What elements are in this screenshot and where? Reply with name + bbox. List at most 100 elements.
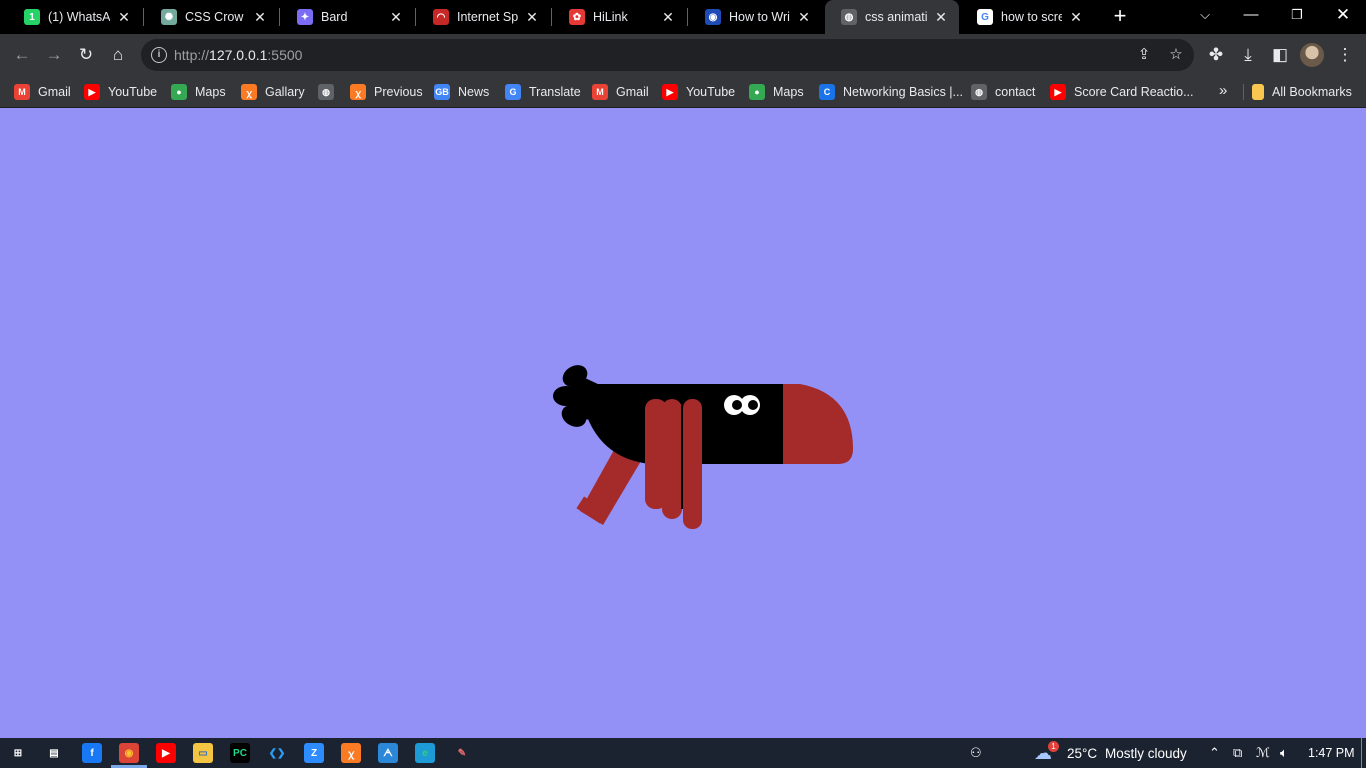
bookmark-8[interactable]: M Gmail: [592, 82, 649, 102]
bookmark-star-icon[interactable]: ☆: [1166, 45, 1186, 65]
bookmark-0[interactable]: M Gmail: [14, 82, 71, 102]
back-button[interactable]: ←: [10, 43, 34, 67]
all-bookmarks-button[interactable]: All Bookmarks: [1252, 82, 1352, 102]
task-view-icon[interactable]: ▤: [44, 743, 64, 763]
bookmark-label: Maps: [773, 85, 804, 99]
youtube-icon: ▶: [84, 84, 100, 100]
weather-badge: 1: [1048, 741, 1059, 752]
tab-0[interactable]: 1 (1) WhatsApp ✕: [8, 0, 142, 34]
weather-condition[interactable]: Mostly cloudy: [1105, 746, 1187, 761]
bookmarks-bar: M Gmail ▶ YouTube ● Maps ꭓ Gallary ◍ ꭓ Previous GB N…: [0, 76, 1366, 108]
tab-close-icon[interactable]: ✕: [1068, 9, 1084, 26]
globe-icon: ◍: [318, 84, 334, 100]
show-desktop-button[interactable]: [1361, 738, 1362, 768]
bookmark-7[interactable]: G Translate: [505, 82, 581, 102]
tab-separator: [687, 8, 688, 26]
google-icon: G: [977, 9, 993, 25]
gmail-icon: M: [14, 84, 30, 100]
all-bookmarks-label: All Bookmarks: [1272, 85, 1352, 99]
crow-animation: [553, 365, 853, 529]
new-tab-button[interactable]: +: [1108, 4, 1132, 28]
chevron-up-icon[interactable]: ⌃: [1209, 745, 1220, 761]
youtube-icon[interactable]: ▶: [156, 743, 176, 763]
menu-kebab-icon[interactable]: ⋮: [1333, 43, 1357, 67]
home-button[interactable]: ⌂: [106, 43, 130, 67]
close-window-button[interactable]: ✕: [1320, 0, 1366, 34]
tab-6[interactable]: ◍ css animation ✕: [825, 0, 959, 34]
xampp-icon: ꭓ: [241, 84, 257, 100]
share-icon[interactable]: ⇪: [1134, 45, 1154, 65]
forward-button[interactable]: →: [42, 43, 66, 67]
side-panel-icon[interactable]: ◧: [1268, 43, 1292, 67]
tab-3[interactable]: ◠ Internet Speed Test ✕: [417, 0, 550, 34]
bookmark-10[interactable]: ● Maps: [749, 82, 804, 102]
globe-icon: ◍: [841, 9, 857, 25]
tab-close-icon[interactable]: ✕: [388, 9, 404, 26]
language-icon[interactable]: ℳ: [1256, 745, 1270, 761]
youtube-icon: ▶: [662, 84, 678, 100]
bookmark-1[interactable]: ▶ YouTube: [84, 82, 157, 102]
google-translate-icon: G: [505, 84, 521, 100]
tab-1[interactable]: ✺ CSS Crow Animation ✕: [145, 0, 278, 34]
tab-title: CSS Crow Animation: [185, 10, 246, 24]
zoom-icon[interactable]: Z: [304, 743, 324, 763]
bookmark-label: Gmail: [616, 85, 649, 99]
download-icon[interactable]: ⤓: [1236, 43, 1260, 67]
bookmark-label: News: [458, 85, 490, 99]
bookmark-label: Networking Basics |...: [843, 85, 963, 99]
tab-2[interactable]: ✦ Bard ✕: [281, 0, 414, 34]
bookmark-3[interactable]: ꭓ Gallary: [241, 82, 305, 102]
bookmark-13[interactable]: ▶ Score Card Reactio...: [1050, 82, 1194, 102]
site-info-icon[interactable]: i: [151, 47, 167, 63]
browser-toolbar: ← → ↻ ⌂ i http://127.0.0.1:5500 ⇪ ☆ ✤ ⤓ …: [0, 34, 1366, 76]
tab-title: (1) WhatsApp: [48, 10, 110, 24]
bookmark-9[interactable]: ▶ YouTube: [662, 82, 735, 102]
tab-search-button[interactable]: ⌵: [1182, 0, 1228, 34]
chrome-icon[interactable]: ◉: [119, 743, 139, 763]
paint-icon[interactable]: ✎: [452, 743, 472, 763]
copilot-icon: ◉: [705, 9, 721, 25]
url-text[interactable]: http://127.0.0.1:5500: [174, 47, 302, 63]
tab-close-icon[interactable]: ✕: [116, 9, 132, 26]
bookmark-6[interactable]: GB News: [434, 82, 489, 102]
vscode-icon[interactable]: ❮❯: [267, 743, 287, 763]
tab-5[interactable]: ◉ How to Write ✕: [689, 0, 822, 34]
bookmark-11[interactable]: C Networking Basics |...: [819, 82, 963, 102]
page-content: [0, 109, 1366, 738]
bookmark-12[interactable]: ◍ contact: [971, 82, 1035, 102]
volume-icon[interactable]: 🔈︎: [1280, 745, 1288, 761]
meet-now-icon[interactable]: ⧉: [1233, 745, 1242, 761]
tab-7[interactable]: Ghow to screenshot ✕: [961, 0, 1094, 34]
extensions-icon[interactable]: ✤: [1204, 43, 1228, 67]
people-icon[interactable]: ⚇: [970, 745, 982, 761]
file-explorer-icon[interactable]: ▭: [193, 743, 213, 763]
tab-close-icon[interactable]: ✕: [933, 9, 949, 26]
tab-close-icon[interactable]: ✕: [524, 9, 540, 26]
more-bookmarks-icon[interactable]: »: [1219, 82, 1227, 99]
crow-front-legs: [645, 399, 702, 529]
xampp-icon[interactable]: ꭓ: [341, 743, 361, 763]
bookmark-4[interactable]: ◍: [318, 82, 342, 102]
profile-avatar[interactable]: [1300, 43, 1324, 67]
weather-temperature[interactable]: 25°C: [1067, 746, 1097, 761]
pycharm-icon[interactable]: PC: [230, 743, 250, 763]
reload-button[interactable]: ↻: [74, 43, 98, 67]
tab-close-icon[interactable]: ✕: [660, 9, 676, 26]
windows-start-icon[interactable]: ⊞: [8, 743, 28, 763]
edge-icon[interactable]: e: [415, 743, 435, 763]
tab-4[interactable]: ✿ HiLink ✕: [553, 0, 686, 34]
tab-close-icon[interactable]: ✕: [252, 9, 268, 26]
tab-separator: [415, 8, 416, 26]
tab-close-icon[interactable]: ✕: [796, 9, 812, 26]
bookmark-2[interactable]: ● Maps: [171, 82, 226, 102]
address-bar[interactable]: i http://127.0.0.1:5500 ⇪ ☆: [141, 39, 1194, 71]
bookmark-label: YouTube: [108, 85, 158, 99]
clock-time[interactable]: 1:47 PM: [1308, 746, 1355, 760]
bookmark-label: Translate: [529, 85, 581, 99]
minimize-button[interactable]: —: [1228, 0, 1274, 34]
restore-button[interactable]: ❐: [1274, 0, 1320, 34]
bookmark-label: contact: [995, 85, 1036, 99]
bookmark-5[interactable]: ꭓ Previous: [350, 82, 423, 102]
facebook-icon[interactable]: f: [82, 743, 102, 763]
word-icon[interactable]: ᗅ: [378, 743, 398, 763]
